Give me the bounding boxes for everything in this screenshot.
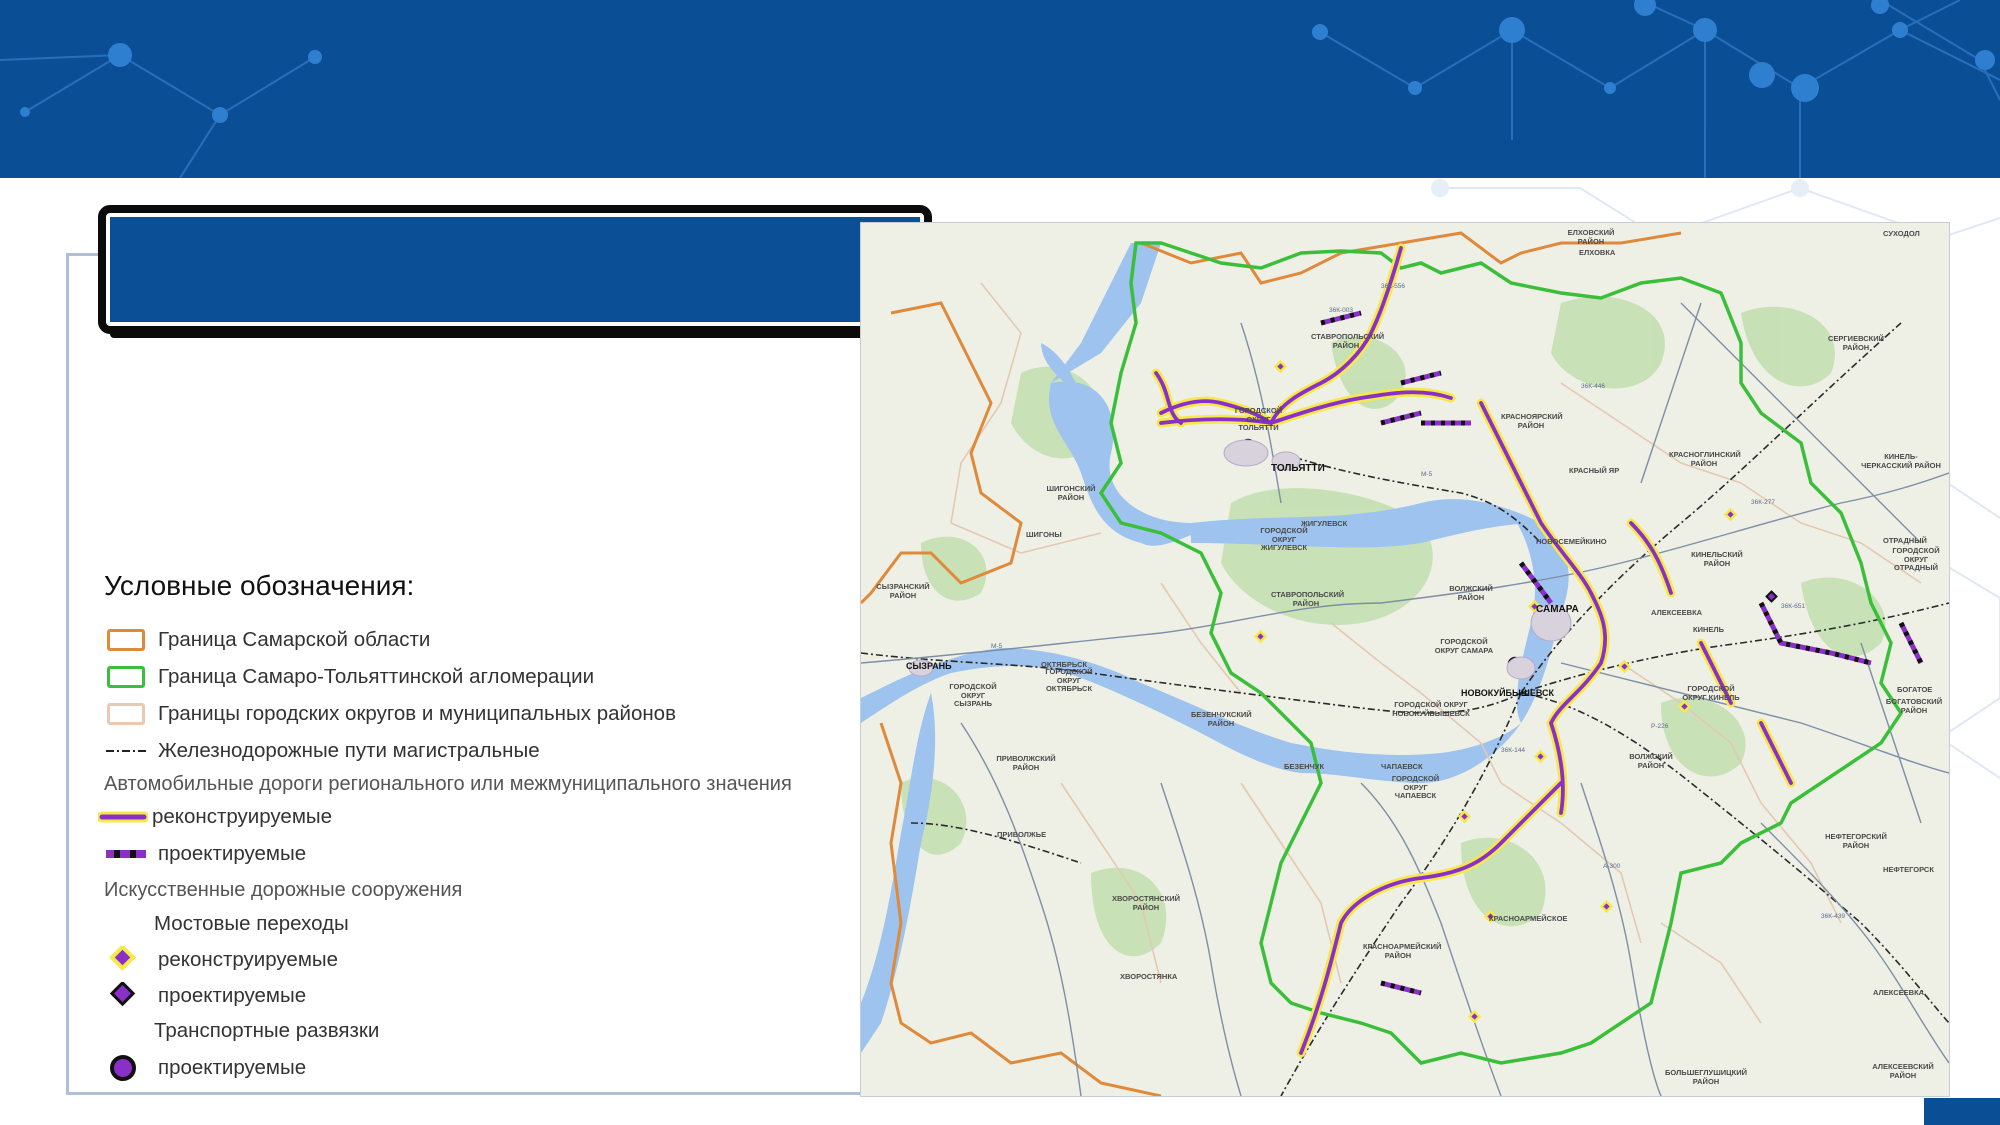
road-label: А-300	[1603, 863, 1621, 870]
district-label-go-novokuyb: ГОРОДСКОЙ ОКРУГ НОВОКУЙБЫШЕВСК	[1392, 700, 1470, 718]
district-label-sergievsky: СЕРГИЕВСКИЙ РАЙОН	[1828, 334, 1884, 352]
district-label-go-samara: ГОРОДСКОЙ ОКРУГ САМАРА	[1434, 637, 1494, 655]
district-label-neftegorsky: НЕФТЕГОРСКИЙ РАЙОН	[1825, 832, 1887, 850]
city-label-samara: САМАРА	[1536, 604, 1579, 615]
map-labels: САМАРА ТОЛЬЯТТИ НОВОКУЙБЫШЕВСК СЫЗРАНЬ Ж…	[861, 223, 1949, 1096]
city-label-otradny: ОТРАДНЫЙ	[1883, 536, 1927, 545]
road-label: 36К-277	[1751, 499, 1776, 506]
district-label-stavropolsky: СТАВРОПОЛЬСКИЙ РАЙОН	[1311, 332, 1385, 350]
network-decoration	[0, 0, 2000, 178]
district-label-bogatovsky: БОГАТОВСКИЙ РАЙОН	[1885, 697, 1943, 715]
legend-interchanges-heading: Транспортные развязки	[154, 1019, 380, 1042]
legend-bridges-heading: Мостовые переходы	[154, 912, 349, 935]
region-map[interactable]: САМАРА ТОЛЬЯТТИ НОВОКУЙБЫШЕВСК СЫЗРАНЬ Ж…	[860, 222, 1950, 1097]
city-label-shigony: ШИГОНЫ	[1026, 530, 1062, 539]
city-label-alekseevka: АЛЕКСЕЕВКА	[1651, 608, 1703, 617]
city-label-alekseevka-south: АЛЕКСЕЕВКА	[1873, 988, 1925, 997]
legend-item-bridges-reconstructed: реконструируемые	[104, 943, 338, 977]
city-label-novokuybyshevsk: НОВОКУЙБЫШЕВСК	[1461, 688, 1555, 698]
district-label-go-zhigulevsk: ГОРОДСКОЙ ОКРУГ ЖИГУЛЕВСК	[1260, 526, 1308, 552]
interchange-planned-swatch	[104, 1054, 148, 1082]
road-reconstructed-swatch	[96, 803, 150, 831]
bridge-planned-swatch	[104, 980, 148, 1010]
road-label: 36К-446	[1581, 383, 1606, 390]
corner-accent	[1924, 1098, 2000, 1125]
city-label-privolzhye: ПРИВОЛЖЬЕ	[997, 830, 1047, 839]
city-label-novosemeykino: НОВОСЕМЕЙКИНО	[1536, 537, 1607, 546]
district-label-go-kinel: ГОРОДСКОЙ ОКРУГ КИНЕЛЬ	[1682, 684, 1740, 702]
city-label-khvorostyanka: ХВОРОСТЯНКА	[1120, 972, 1178, 981]
city-label-tolyatti: ТОЛЬЯТТИ	[1271, 463, 1325, 474]
legend-item-railway: Железнодорожные пути магистральные	[104, 734, 540, 768]
district-label-volzhsky: ВОЛЖСКИЙ РАЙОН	[1449, 584, 1493, 602]
city-label-krasnoarmeyskoe: КРАСНОАРМЕЙСКОЕ	[1489, 914, 1568, 923]
district-label-kinelsky: КИНЕЛЬСКИЙ РАЙОН	[1691, 550, 1743, 568]
district-label-bezenchuksky: БЕЗЕНЧУКСКИЙ РАЙОН	[1191, 710, 1252, 728]
district-label-go-syzran: ГОРОДСКОЙ ОКРУГ СЫЗРАНЬ	[949, 682, 997, 708]
legend-item-region-border: Граница Самарской области	[104, 623, 430, 657]
legend-item-agglomeration-border: Граница Самаро-Тольяттинской агломерации	[104, 660, 594, 694]
district-label-go-oktyabrsk: ГОРОДСКОЙ ОКРУГ ОКТЯБРЬСК	[1045, 667, 1093, 693]
city-label-krasny-yar: КРАСНЫЙ ЯР	[1569, 466, 1620, 475]
city-label-syzran: СЫЗРАНЬ	[906, 661, 952, 671]
district-label-go-chapaevsk: ГОРОДСКОЙ ОКРУГ ЧАПАЕВСК	[1391, 774, 1440, 800]
district-label-kinel-cherkassky: КИНЕЛЬ-ЧЕРКАССКИЙ РАЙОН	[1861, 452, 1941, 470]
road-planned-swatch	[104, 840, 148, 868]
region-border-swatch	[104, 626, 148, 654]
district-label-bolsheglushitsky: БОЛЬШЕГЛУШИЦКИЙ РАЙОН	[1665, 1068, 1747, 1086]
district-label-volzhsky-2: ВОЛЖСКИЙ РАЙОН	[1629, 752, 1673, 770]
district-label-alekseevsky: АЛЕКСЕЕВСКИЙ РАЙОН	[1872, 1062, 1934, 1080]
agglomeration-border-swatch	[104, 663, 148, 691]
road-label: 36К-651	[1781, 603, 1806, 610]
road-label: 36К-439	[1821, 913, 1846, 920]
city-label-bezenchuk: БЕЗЕНЧУК	[1284, 762, 1325, 771]
road-label: Р-226	[1651, 723, 1669, 730]
district-label-shigonsky: ШИГОНСКИЙ РАЙОН	[1046, 484, 1096, 502]
district-label-go-tolyatti: ГОРОДСКОЙ ОКРУГ ТОЛЬЯТТИ	[1234, 406, 1283, 432]
header-band	[0, 0, 2000, 178]
legend-title: Условные обозначения:	[104, 570, 415, 601]
legend-structures-heading: Искусственные дорожные сооружения	[104, 878, 463, 901]
legend-item-interchanges-planned: проектируемые	[104, 1051, 306, 1085]
legend-item-roads-planned: проектируемые	[104, 837, 306, 871]
slide-title	[110, 217, 920, 273]
legend-item-district-borders: Границы городских округов и муниципальны…	[104, 697, 676, 731]
city-label-chapaevsk: ЧАПАЕВСК	[1381, 762, 1423, 771]
road-label: 36К-003	[1329, 307, 1354, 314]
road-label: М-5	[991, 643, 1003, 650]
district-label-krasnoarmeysky: КРАСНОАРМЕЙСКИЙ РАЙОН	[1363, 942, 1442, 960]
legend-item-bridges-planned: проектируемые	[104, 979, 306, 1013]
bridge-reconstructed-swatch	[104, 944, 148, 974]
district-label-privolzhsky: ПРИВОЛЖСКИЙ РАЙОН	[996, 754, 1056, 772]
district-label-khvorostyansky: ХВОРОСТЯНСКИЙ РАЙОН	[1111, 894, 1181, 912]
district-label-krasnoglinsky: КРАСНОГЛИНСКИЙ РАЙОН	[1669, 450, 1741, 468]
district-label-krasnoyarsky: КРАСНОЯРСКИЙ РАЙОН	[1501, 412, 1563, 430]
legend-item-roads-reconstructed: реконструируемые	[96, 800, 332, 834]
railway-swatch	[104, 737, 148, 765]
district-border-swatch	[104, 700, 148, 728]
city-label-kinel: КИНЕЛЬ	[1693, 625, 1725, 634]
city-label-elkhovka: ЕЛХОВКА	[1579, 248, 1616, 257]
district-label-go-otradny: ГОРОДСКОЙ ОКРУГ ОТРАДНЫЙ	[1892, 546, 1940, 572]
district-label-stavropolsky-2: СТАВРОПОЛЬСКИЙ РАЙОН	[1271, 590, 1345, 608]
city-label-neftegorsk: НЕФТЕГОРСК	[1883, 865, 1934, 874]
legend-roads-heading: Автомобильные дороги регионального или м…	[104, 772, 792, 795]
city-label-bogatoe: БОГАТОЕ	[1897, 685, 1933, 694]
road-label: 36К-556	[1381, 283, 1406, 290]
city-label-sukhodol: СУХОДОЛ	[1883, 229, 1920, 238]
district-label-syzransky: СЫЗРАНСКИЙ РАЙОН	[876, 582, 930, 600]
road-label: М-5	[1421, 471, 1433, 478]
title-box	[98, 205, 932, 334]
road-label: 36К-144	[1501, 747, 1526, 754]
district-label-elkhovsky: ЕЛХОВСКИЙ РАЙОН	[1567, 228, 1615, 246]
